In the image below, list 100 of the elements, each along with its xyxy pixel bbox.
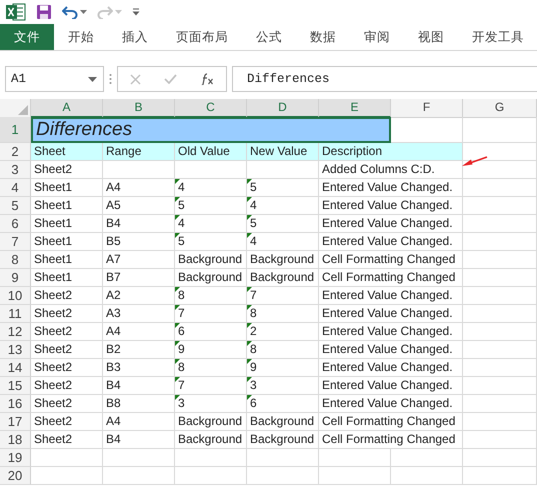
row-header[interactable]: 10 (0, 287, 31, 305)
table-cell: B8 (103, 395, 175, 413)
row-header[interactable]: 4 (0, 179, 31, 197)
column-header[interactable]: A (31, 99, 103, 118)
file-tab[interactable]: 文件 (0, 24, 54, 50)
empty-cell[interactable] (463, 305, 537, 323)
ribbon-tab[interactable]: 数据 (296, 24, 350, 50)
row-header[interactable]: 11 (0, 305, 31, 323)
formula-field[interactable]: Differences (232, 66, 537, 92)
row-header[interactable]: 5 (0, 197, 31, 215)
empty-cell[interactable] (103, 449, 175, 467)
column-header[interactable]: B (103, 99, 175, 118)
row-header[interactable]: 12 (0, 323, 31, 341)
empty-cell[interactable] (463, 233, 537, 251)
table-cell: Background (247, 413, 319, 431)
function-icon[interactable] (201, 73, 214, 85)
column-heading: Range (103, 143, 175, 161)
ribbon-tab[interactable]: 审阅 (350, 24, 404, 50)
empty-cell[interactable] (463, 359, 537, 377)
empty-cell[interactable] (319, 467, 391, 485)
customize-toolbar-button[interactable] (132, 8, 140, 16)
row-header[interactable]: 2 (0, 143, 31, 161)
empty-cell[interactable] (463, 251, 537, 269)
undo-button[interactable] (62, 5, 87, 19)
ribbon-tab[interactable]: 开始 (54, 24, 108, 50)
row-header[interactable]: 9 (0, 269, 31, 287)
table-cell: Entered Value Changed. (319, 287, 463, 305)
undo-icon[interactable] (62, 5, 78, 19)
select-all-icon[interactable] (18, 105, 28, 115)
empty-cell[interactable] (391, 467, 463, 485)
column-header[interactable]: C (175, 99, 247, 118)
row-header[interactable]: 15 (0, 377, 31, 395)
table-cell: Cell Formatting Changed (319, 413, 463, 431)
table-cell: Background (175, 251, 247, 269)
empty-cell[interactable] (463, 269, 537, 287)
empty-cell[interactable] (103, 467, 175, 485)
caret-icon[interactable] (80, 10, 87, 14)
empty-cell[interactable] (463, 377, 537, 395)
table-cell: A4 (103, 323, 175, 341)
ribbon-tab[interactable]: 视图 (404, 24, 458, 50)
dropdown-icon[interactable] (88, 76, 97, 82)
row-header[interactable]: 6 (0, 215, 31, 233)
empty-cell[interactable] (463, 395, 537, 413)
row-header[interactable]: 3 (0, 161, 31, 179)
table-cell: 8 (175, 359, 247, 377)
column-header[interactable]: F (391, 99, 463, 118)
empty-cell[interactable] (463, 449, 537, 467)
table-cell: 7 (175, 377, 247, 395)
table-cell: 4 (247, 197, 319, 215)
table-cell: Background (175, 413, 247, 431)
column-header[interactable]: E (319, 99, 391, 118)
table-cell: Background (175, 431, 247, 449)
column-header[interactable]: D (247, 99, 319, 118)
row-header[interactable]: 7 (0, 233, 31, 251)
empty-cell[interactable] (463, 467, 537, 485)
empty-cell[interactable] (463, 215, 537, 233)
empty-cell[interactable] (247, 449, 319, 467)
empty-cell[interactable] (463, 179, 537, 197)
cancel-icon[interactable] (130, 74, 141, 84)
ribbon-tab[interactable]: 插入 (108, 24, 162, 50)
empty-cell[interactable] (247, 161, 319, 179)
empty-cell[interactable] (463, 323, 537, 341)
empty-cell[interactable] (175, 449, 247, 467)
row-header[interactable]: 17 (0, 413, 31, 431)
ribbon-tab[interactable]: 公式 (242, 24, 296, 50)
table-cell: Entered Value Changed. (319, 359, 463, 377)
empty-cell[interactable] (319, 449, 391, 467)
ribbon-tab[interactable]: 开发工具 (458, 24, 537, 50)
resize-handle-icon[interactable] (109, 73, 112, 85)
redo-button[interactable] (97, 5, 122, 19)
check-icon[interactable] (164, 74, 178, 84)
row-header[interactable]: 19 (0, 449, 31, 467)
empty-cell[interactable] (175, 467, 247, 485)
table-cell: Cell Formatting Changed (319, 431, 463, 449)
row-header[interactable]: 16 (0, 395, 31, 413)
empty-cell[interactable] (463, 431, 537, 449)
row-header[interactable]: 8 (0, 251, 31, 269)
row-header[interactable]: 14 (0, 359, 31, 377)
empty-cell[interactable] (463, 287, 537, 305)
empty-cell[interactable] (391, 449, 463, 467)
empty-cell[interactable] (463, 413, 537, 431)
row-header[interactable]: 18 (0, 431, 31, 449)
table-cell: A2 (103, 287, 175, 305)
empty-cell[interactable] (175, 161, 247, 179)
empty-cell[interactable] (463, 341, 537, 359)
row-header[interactable]: 1 (0, 117, 31, 143)
redo-icon[interactable] (97, 5, 113, 19)
table-cell: Entered Value Changed. (319, 305, 463, 323)
empty-cell[interactable] (247, 467, 319, 485)
row-header[interactable]: 20 (0, 467, 31, 485)
empty-cell[interactable] (463, 117, 537, 143)
column-header[interactable]: G (463, 99, 537, 118)
empty-cell[interactable] (463, 197, 537, 215)
ribbon-tab[interactable]: 页面布局 (162, 24, 242, 50)
empty-cell[interactable] (103, 161, 175, 179)
table-cell: Sheet2 (31, 161, 103, 179)
save-icon[interactable] (36, 4, 52, 20)
row-header[interactable]: 13 (0, 341, 31, 359)
table-cell: Added Columns C:D. (319, 161, 463, 179)
name-box[interactable]: A1 (5, 66, 104, 92)
